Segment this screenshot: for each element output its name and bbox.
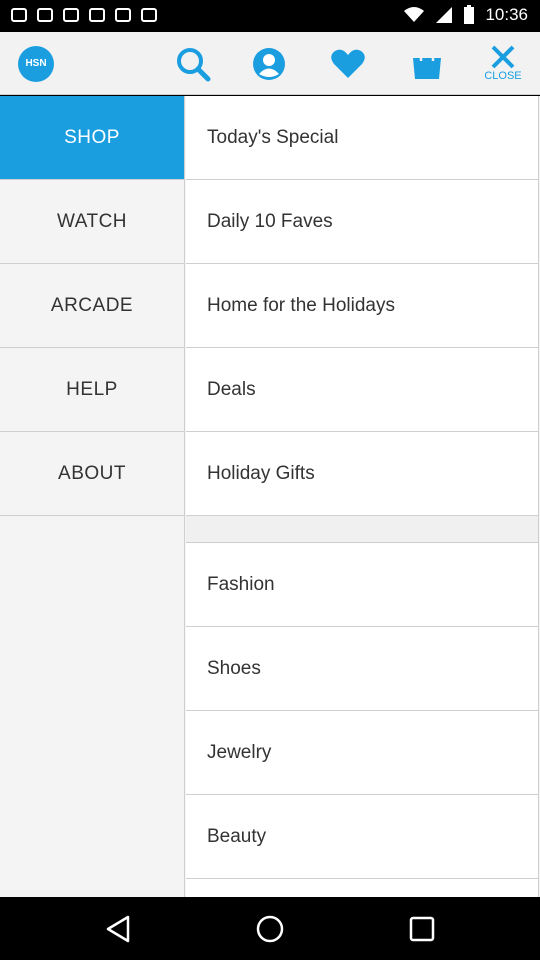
back-icon bbox=[106, 915, 130, 942]
category-about[interactable]: ABOUT bbox=[0, 432, 184, 516]
top-toolbar: HSN CLOSE bbox=[0, 32, 540, 95]
profile-button[interactable] bbox=[251, 32, 287, 95]
notification-icon bbox=[89, 8, 105, 22]
submenu-item-daily-10-faves[interactable]: Daily 10 Faves bbox=[186, 180, 538, 264]
submenu-item-jewelry[interactable]: Jewelry bbox=[186, 711, 538, 795]
submenu-item-holiday-gifts[interactable]: Holiday Gifts bbox=[186, 432, 538, 516]
submenu-item-shoes[interactable]: Shoes bbox=[186, 627, 538, 711]
hsn-logo: HSN bbox=[18, 45, 54, 82]
category-shop[interactable]: SHOP bbox=[0, 96, 184, 180]
category-help[interactable]: HELP bbox=[0, 348, 184, 432]
submenu-item-todays-special[interactable]: Today's Special bbox=[186, 96, 538, 180]
close-button[interactable]: CLOSE bbox=[478, 32, 528, 95]
wifi-icon bbox=[404, 7, 425, 22]
notification-icon bbox=[11, 8, 27, 22]
notification-icon bbox=[141, 8, 157, 22]
shopping-bag-icon bbox=[413, 47, 441, 79]
category-arcade[interactable]: ARCADE bbox=[0, 264, 184, 348]
shopping-bag-button[interactable] bbox=[409, 32, 445, 95]
submenu-item-beauty[interactable]: Beauty bbox=[186, 795, 538, 879]
submenu-item-home-for-the-holidays[interactable]: Home for the Holidays bbox=[186, 264, 538, 348]
clock: 10:36 bbox=[485, 5, 528, 24]
back-button[interactable] bbox=[88, 897, 148, 960]
shop-submenu: Today's Special Daily 10 Faves Home for … bbox=[186, 96, 539, 899]
category-watch[interactable]: WATCH bbox=[0, 180, 184, 264]
system-nav-bar bbox=[0, 897, 540, 960]
category-list: SHOP WATCH ARCADE HELP ABOUT bbox=[0, 96, 185, 897]
recents-button[interactable] bbox=[392, 897, 452, 960]
search-icon bbox=[177, 47, 211, 81]
close-icon bbox=[491, 45, 515, 69]
notification-icon bbox=[63, 8, 79, 22]
notification-icons bbox=[10, 6, 158, 24]
profile-icon bbox=[253, 47, 285, 80]
battery-icon bbox=[464, 5, 475, 24]
signal-icon bbox=[436, 7, 453, 23]
notification-icon bbox=[115, 8, 131, 22]
home-icon bbox=[256, 915, 284, 942]
hsn-logo-button[interactable]: HSN bbox=[18, 32, 54, 95]
section-divider bbox=[186, 516, 538, 543]
favorites-heart-icon bbox=[331, 49, 365, 78]
search-button[interactable] bbox=[173, 32, 213, 95]
notification-icon bbox=[37, 8, 53, 22]
home-button[interactable] bbox=[240, 897, 300, 960]
favorites-button[interactable] bbox=[329, 32, 367, 95]
close-label: CLOSE bbox=[484, 70, 522, 82]
recents-icon bbox=[409, 916, 435, 941]
status-bar: 10:36 bbox=[0, 0, 540, 32]
submenu-item-partial[interactable] bbox=[186, 879, 538, 899]
submenu-item-deals[interactable]: Deals bbox=[186, 348, 538, 432]
submenu-item-fashion[interactable]: Fashion bbox=[186, 543, 538, 627]
menu-panel: SHOP WATCH ARCADE HELP ABOUT Today's Spe… bbox=[0, 96, 540, 899]
